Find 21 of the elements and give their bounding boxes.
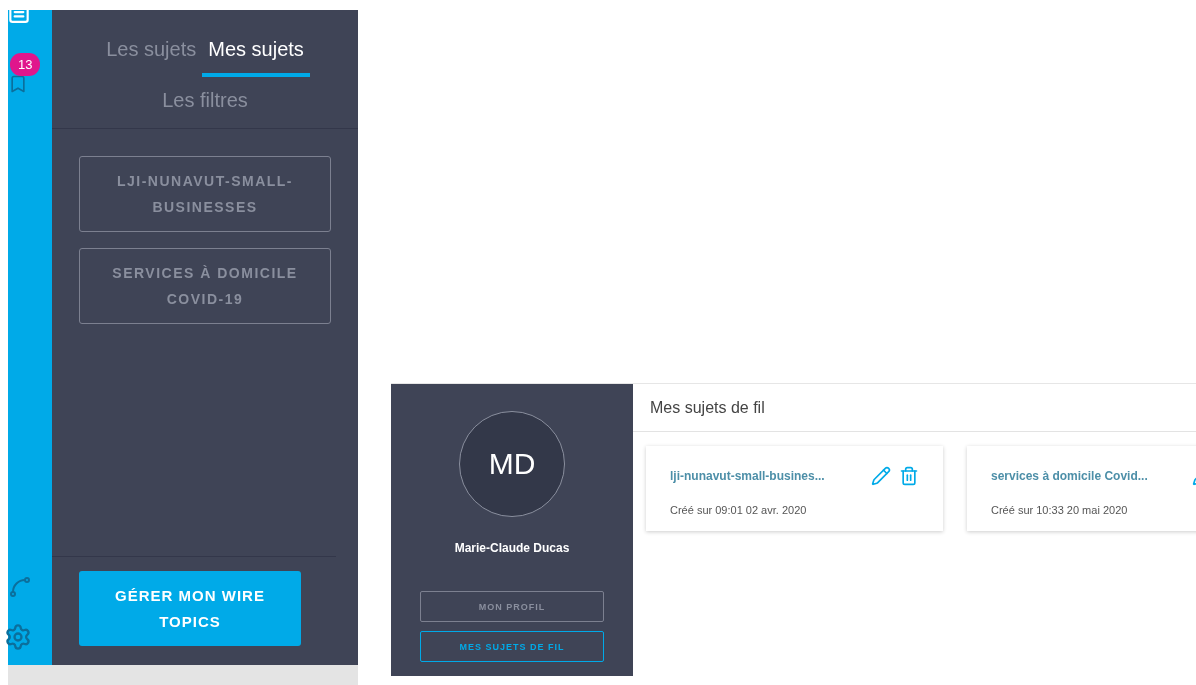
trash-icon[interactable] [899,466,919,486]
section-title: Mes sujets de fil [633,384,1196,432]
created-date: Créé sur 09:01 02 avr. 2020 [670,504,808,516]
created-date: Créé sur 10:33 20 mai 2020 [991,504,1129,516]
tab[interactable]: Les sujets [100,38,203,77]
topic-button[interactable]: SERVICES À DOMICILE COVID-19 [79,248,331,324]
settings-icon[interactable] [4,623,32,651]
avatar: MD [459,411,565,517]
profile-menu-button[interactable]: MON PROFIL [420,591,604,622]
profile-menu-button[interactable]: MES SUJETS DE FIL [420,631,604,662]
topic-button[interactable]: LJI-NUNAVUT-SMALL-BUSINESSES [79,156,331,232]
manage-topics-button[interactable]: GÉRER MON WIRE TOPICS [79,571,301,646]
chart-line-icon[interactable] [8,575,32,599]
notification-badge: 13 [10,53,41,76]
topic-title[interactable]: lji-nunavut-small-busines... [670,469,825,483]
user-name: Marie-Claude Ducas [454,541,570,555]
edit-icon[interactable] [871,466,891,486]
bookmark-icon[interactable] [8,74,28,94]
tab[interactable]: Les filtres [156,89,254,128]
topic-title[interactable]: services à domicile Covid... [991,469,1148,483]
tab[interactable]: Mes sujets [202,38,310,77]
